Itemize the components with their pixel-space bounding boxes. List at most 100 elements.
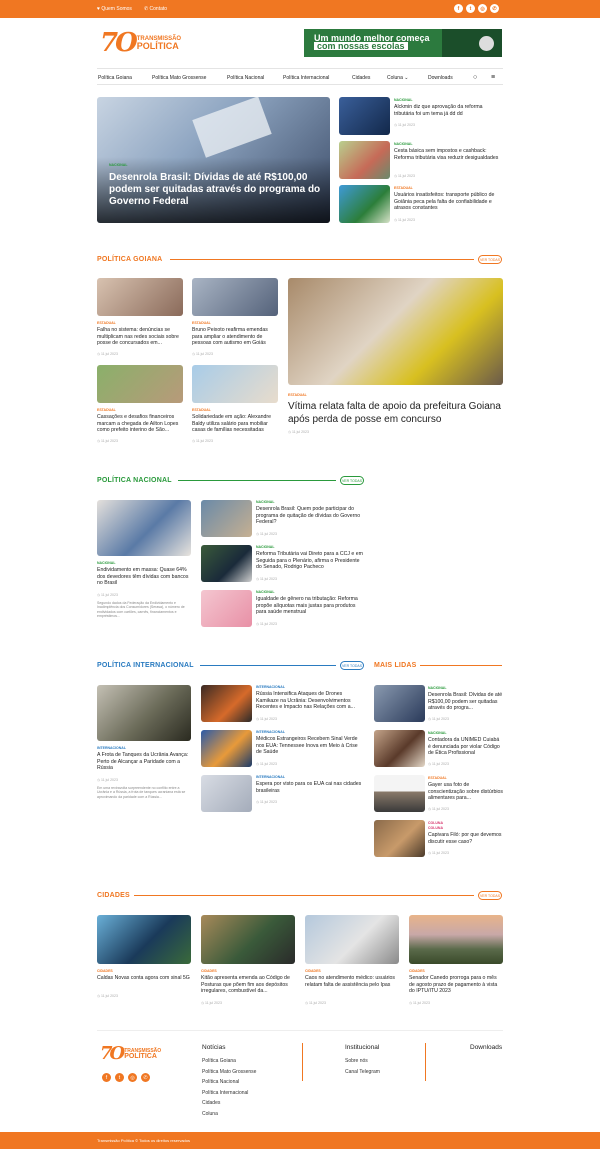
goiana-feature-image[interactable] [288,278,503,385]
hero-side-title-3[interactable]: Usuários insatisfeitos: transporte públi… [394,192,502,212]
footer-logo-number: 7O [100,1043,125,1064]
footer-whatsapp-icon[interactable]: ✆ [141,1073,150,1082]
internacional-list-title-1[interactable]: Rússia Intensifica Ataques de Drones Kam… [256,691,364,711]
internacional-list-image-2[interactable] [201,730,252,767]
nacional-list-title-3[interactable]: Igualdade de gênero na tributação: Refor… [256,596,364,616]
nav-politica-goiana[interactable]: Política Goiana [98,75,132,81]
goiana-card-date-2: ◷ 11 jul 2023 [192,352,213,356]
mais-lidas-image-3[interactable] [374,775,425,812]
internacional-list-title-2[interactable]: Médicos Estrangeiros Recebem Sinal Verde… [256,736,364,756]
goiana-card-title-4[interactable]: Solidariedade em ação: Alexandre Baldy u… [192,414,278,434]
nacional-list-image-2[interactable] [201,545,252,582]
footer-twitter-icon[interactable]: t [115,1073,124,1082]
cidades-card-title-2[interactable]: Kitão apresenta emenda ao Código de Post… [201,975,295,995]
internacional-main-image[interactable] [97,685,191,741]
nav-politica-nacional[interactable]: Política Nacional [227,75,264,81]
cidades-card-title-1[interactable]: Caldas Novas conta agora com sinal 5G [97,975,191,989]
hero-main-card[interactable]: NACIONAL Desenrola Brasil: Dívidas de at… [97,97,330,223]
footer-link-coluna[interactable]: Coluna [202,1109,256,1120]
nacional-list-title-1[interactable]: Desenrola Brasil: Quem pode participar d… [256,506,364,526]
hero-side-title-1[interactable]: Alckmin diz que aprovação da reforma tri… [394,104,502,118]
search-icon[interactable]: ○ [473,74,477,81]
nacional-list-date-3-text: 11 jul 2023 [260,622,277,626]
nacional-list-image-1[interactable] [201,500,252,537]
footer-link-politica-goiana[interactable]: Política Goiana [202,1056,256,1067]
nacional-list-image-3[interactable] [201,590,252,627]
nacional-main-title[interactable]: Endividamento em massa: Quase 64% dos de… [97,567,191,587]
footer-logo[interactable]: 7O TRANSMISSÃO POLÍTICA [100,1043,161,1064]
mais-lidas-title-2[interactable]: Contadora da UNIMED Cuiabá é denunciada … [428,737,503,757]
contact-link[interactable]: ✆ Contato [144,6,167,12]
hero-side-title-2[interactable]: Cesta básica sem impostos e cashback: Re… [394,148,502,168]
mais-lidas-category-2: NACIONAL [428,731,447,735]
banner-logo [479,36,494,51]
nacional-main-excerpt: Segundo dados da Federação da Endividame… [97,601,185,619]
cidades-card-image-1[interactable] [97,915,191,964]
hero-side-image-3[interactable] [339,185,390,223]
goiana-card-date-4-text: 11 jul 2023 [196,439,213,443]
nav-coluna[interactable]: Coluna ⌄ [387,75,408,81]
footer-link-sobre-nos[interactable]: Sobre nós [345,1056,380,1067]
internacional-main-title[interactable]: A Frota de Tanques da Ucrânia Avança: Pe… [97,752,191,772]
cidades-card-date-3: ◷ 11 jul 2023 [305,1001,326,1005]
hero-side-date-2-text: 11 jul 2023 [398,174,415,178]
goiana-card-title-3[interactable]: Cassações e desafios financeiros marcam … [97,414,183,434]
nacional-list-title-2[interactable]: Reforma Tributária vai Direto para a CCJ… [256,551,364,571]
goiana-feature-title[interactable]: Vítima relata falta de apoio da prefeitu… [288,401,503,426]
ad-banner[interactable]: Um mundo melhor começa com nossas escola… [304,29,502,57]
about-link[interactable]: ♥ Quem Somos [97,6,132,12]
cidades-card-title-3[interactable]: Caos no atendimento médico: usuários rel… [305,975,399,995]
goiana-card-category-2: ESTADUAL [192,321,211,325]
internacional-list-title-3[interactable]: Espera por visto para os EUA cai nas cid… [256,781,364,795]
footer-facebook-icon[interactable]: f [102,1073,111,1082]
facebook-icon[interactable]: f [454,4,463,13]
mais-lidas-image-2[interactable] [374,730,425,767]
nav-downloads[interactable]: Downloads [428,75,453,81]
cidades-card-image-3[interactable] [305,915,399,964]
instagram-icon[interactable]: ◎ [478,4,487,13]
goiana-card-image-2[interactable] [192,278,278,316]
mais-lidas-title-1[interactable]: Desenrola Brasil: Dívidas de até R$100,0… [428,692,503,712]
ver-todas-cidades-button[interactable]: VER TODAS [478,891,502,900]
footer-link-politica-internacional[interactable]: Política Internacional [202,1088,256,1099]
nav-cidades[interactable]: Cidades [352,75,370,81]
cidades-card-date-4-text: 11 jul 2023 [413,1001,430,1005]
site-logo[interactable]: 7O TRANSMISSÃO POLÍTICA [100,30,181,56]
ver-todas-internacional-button[interactable]: VER TODAS [340,661,364,670]
ver-todas-goiana-button[interactable]: VER TODAS [478,255,502,264]
cidades-card-image-4[interactable] [409,915,503,964]
nacional-main-image[interactable] [97,500,191,556]
hero-category: NACIONAL [109,163,128,167]
goiana-card-image-4[interactable] [192,365,278,403]
goiana-card-title-2[interactable]: Bruno Peixoto reafirma emendas para ampl… [192,327,278,347]
footer-link-cidades[interactable]: Cidades [202,1098,256,1109]
footer-link-canal-telegram[interactable]: Canal Telegram [345,1067,380,1078]
mais-lidas-image-1[interactable] [374,685,425,722]
whatsapp-icon[interactable]: ✆ [490,4,499,13]
goiana-card-image-3[interactable] [97,365,183,403]
footer-instagram-icon[interactable]: ◎ [128,1073,137,1082]
mais-lidas-title-3[interactable]: Gayer usa foto de conscientização sobre … [428,782,503,802]
ver-todas-nacional-button[interactable]: VER TODAS [340,476,364,485]
internacional-list-date-2-text: 11 jul 2023 [260,762,277,766]
footer-link-politica-nacional[interactable]: Política Nacional [202,1077,256,1088]
hero-side-image-1[interactable] [339,97,390,135]
footer-downloads-title[interactable]: Downloads [470,1044,502,1051]
hero-side-image-2[interactable] [339,141,390,179]
twitter-icon[interactable]: t [466,4,475,13]
mais-lidas-title-4[interactable]: Capivara Filó: por que devemos discutir … [428,832,503,846]
cidades-card-image-2[interactable] [201,915,295,964]
menu-icon[interactable]: ≡ [491,74,495,81]
mais-lidas-image-4[interactable] [374,820,425,857]
nav-politica-internacional[interactable]: Política Internacional [283,75,329,81]
goiana-card-date-3: ◷ 11 jul 2023 [97,439,118,443]
goiana-card-image-1[interactable] [97,278,183,316]
logo-line2: POLÍTICA [136,41,179,51]
footer-link-politica-mato-grossense[interactable]: Política Mato Grossense [202,1067,256,1078]
cidades-card-title-4[interactable]: Senador Canedo prorroga para o mês de ag… [409,975,503,995]
goiana-card-title-1[interactable]: Falha no sistema: denúncias se multiplic… [97,327,183,347]
internacional-list-image-3[interactable] [201,775,252,812]
goiana-card-date-1: ◷ 11 jul 2023 [97,352,118,356]
nav-politica-mato-grossense[interactable]: Política Mato Grossense [152,75,206,81]
internacional-list-image-1[interactable] [201,685,252,722]
